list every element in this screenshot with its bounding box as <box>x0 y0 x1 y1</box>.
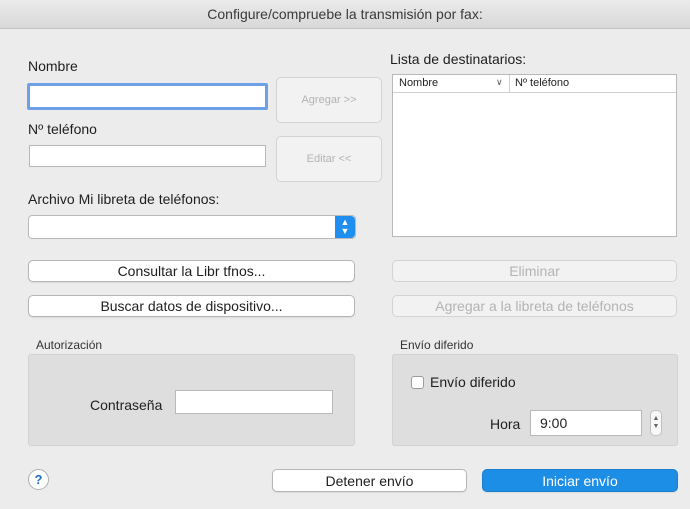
column-divider <box>509 75 510 92</box>
help-icon[interactable]: ? <box>28 469 49 490</box>
column-phone[interactable]: Nº teléfono <box>515 77 569 89</box>
time-label: Hora <box>490 416 521 432</box>
add-to-phonebook-button[interactable]: Agregar a la libreta de teléfonos <box>392 295 677 317</box>
search-device-button[interactable]: Buscar datos de dispositivo... <box>28 295 355 317</box>
column-name[interactable]: Nombre <box>399 77 438 89</box>
password-field[interactable] <box>175 390 333 414</box>
chevron-down-icon[interactable]: ∨ <box>496 77 503 88</box>
deferred-checkbox-label[interactable]: Envío diferido <box>430 374 516 390</box>
list-header: Nombre ∨ Nº teléfono <box>393 75 676 93</box>
phone-field[interactable] <box>29 145 266 167</box>
select-arrows-icon: ▲ ▼ <box>335 216 355 238</box>
edit-button[interactable]: Editar << <box>276 136 382 182</box>
deferred-panel: Envío diferido Hora 9:00 ▲ ▼ <box>392 354 678 446</box>
deferred-checkbox[interactable] <box>411 376 424 389</box>
window-title: Configure/compruebe la transmisión por f… <box>0 0 690 29</box>
recipients-label: Lista de destinatarios: <box>390 51 527 67</box>
stop-send-button[interactable]: Detener envío <box>272 469 467 492</box>
time-stepper[interactable]: ▲ ▼ <box>650 410 662 436</box>
phonebook-label: Archivo Mi libreta de teléfonos: <box>28 191 220 207</box>
recipients-list[interactable]: Nombre ∨ Nº teléfono <box>392 74 677 237</box>
auth-title: Autorización <box>36 338 103 352</box>
name-field[interactable] <box>27 83 268 110</box>
auth-panel: Contraseña <box>28 354 355 446</box>
consult-phonebook-button[interactable]: Consultar la Libr tfnos... <box>28 260 355 282</box>
add-button[interactable]: Agregar >> <box>276 77 382 123</box>
phone-label: Nº teléfono <box>28 121 97 137</box>
time-field[interactable]: 9:00 <box>530 410 642 436</box>
deferred-title: Envío diferido <box>400 338 474 352</box>
phonebook-select[interactable]: ▲ ▼ <box>28 215 356 239</box>
name-label: Nombre <box>28 58 78 74</box>
password-label: Contraseña <box>90 397 163 413</box>
start-send-button[interactable]: Iniciar envío <box>482 469 678 492</box>
delete-button[interactable]: Eliminar <box>392 260 677 282</box>
